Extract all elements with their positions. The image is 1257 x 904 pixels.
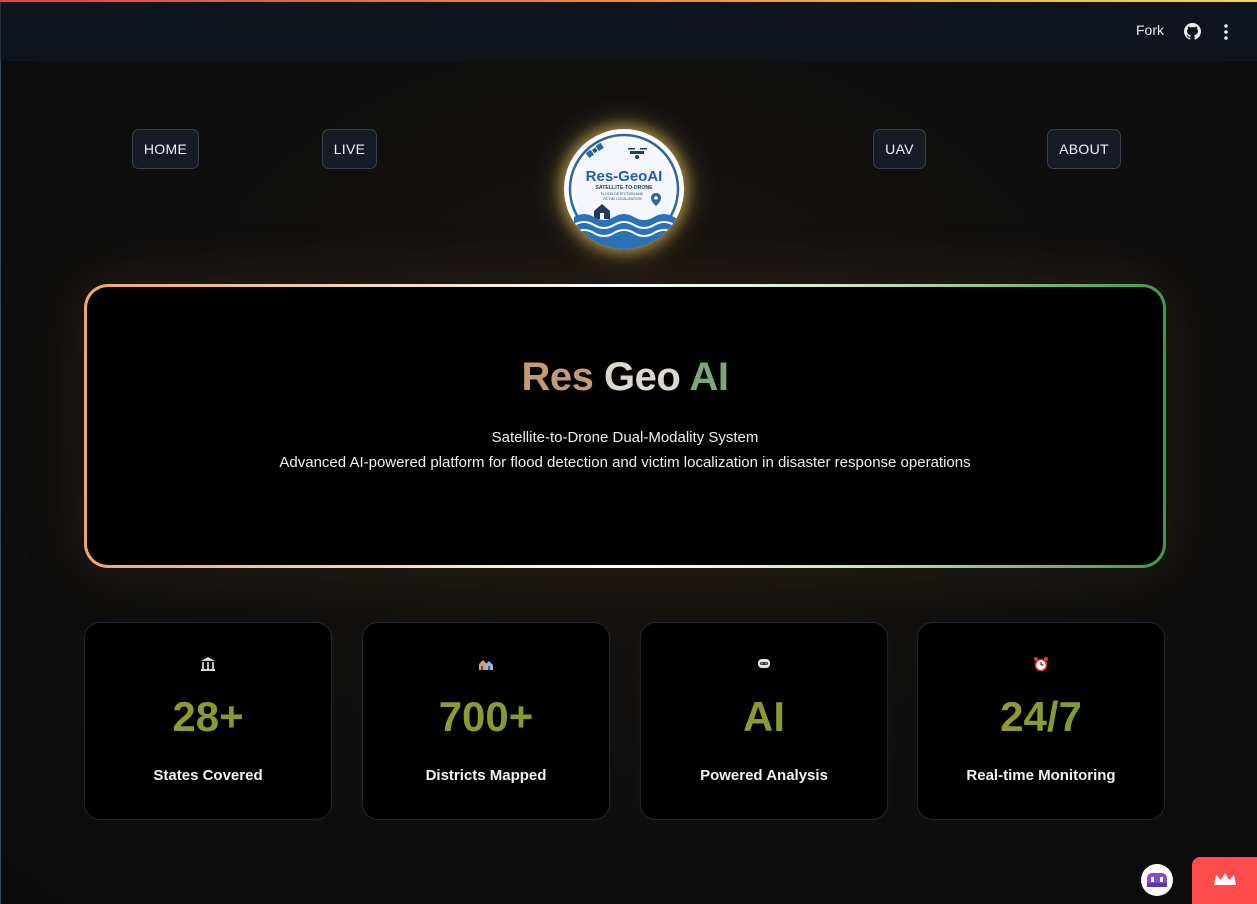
more-options-icon[interactable] xyxy=(1217,22,1235,42)
houses-icon xyxy=(363,656,609,674)
logo-line1: SATELLITE-TO-DRONE xyxy=(595,185,653,191)
fork-link[interactable]: Fork xyxy=(1136,22,1164,38)
hero-title: Res Geo AI xyxy=(87,355,1163,400)
classical-building-icon xyxy=(85,656,331,674)
nav-home-button[interactable]: HOME xyxy=(132,129,199,169)
hero-description: Advanced AI-powered platform for flood d… xyxy=(279,454,971,471)
stat-label: Powered Analysis xyxy=(700,767,828,784)
hero-card: Res Geo AI Satellite-to-Drone Dual-Modal… xyxy=(84,284,1166,568)
stat-card-states: 28+ States Covered xyxy=(84,622,332,820)
stat-label: Districts Mapped xyxy=(425,767,547,784)
streamlit-crown-button[interactable] xyxy=(1192,857,1257,904)
logo-title: Res-GeoAI xyxy=(586,168,663,185)
stat-label: States Covered xyxy=(153,767,263,784)
nav-uav-button[interactable]: UAV xyxy=(873,129,926,169)
stat-card-ai: AI Powered Analysis xyxy=(640,622,888,820)
robot-icon xyxy=(641,656,887,674)
stat-value: 28+ xyxy=(85,693,331,741)
hero-title-ai: AI xyxy=(689,355,729,399)
res-geoai-logo: Res-GeoAI SATELLITE-TO-DRONE FLOOD DETEC… xyxy=(564,129,684,249)
stat-card-monitoring: 24/7 Real-time Monitoring xyxy=(917,622,1165,820)
app-header: Fork xyxy=(0,2,1257,61)
chat-assistant-icon[interactable] xyxy=(1141,864,1173,896)
stat-value: 700+ xyxy=(363,693,609,741)
logo-line3: VICTIM LOCALIZATION xyxy=(603,197,642,201)
hero-card-body: Res Geo AI Satellite-to-Drone Dual-Modal… xyxy=(87,287,1163,565)
left-border xyxy=(0,61,1,904)
logo-line2: FLOOD DETECTION AND xyxy=(601,192,644,196)
stat-value: AI xyxy=(641,693,887,741)
app-page: Fork HOME LIVE UAV ABOUT Res-GeoAI SATEL… xyxy=(0,0,1257,904)
stat-card-districts: 700+ Districts Mapped xyxy=(362,622,610,820)
crown-icon xyxy=(1214,873,1236,885)
stat-value: 24/7 xyxy=(918,693,1164,741)
nav-live-button[interactable]: LIVE xyxy=(322,129,377,169)
nav-about-button[interactable]: ABOUT xyxy=(1047,129,1121,169)
alarm-clock-icon xyxy=(918,656,1164,674)
github-icon[interactable] xyxy=(1184,23,1201,40)
hero-subtitle: Satellite-to-Drone Dual-Modality System xyxy=(491,429,759,446)
hero-subtitle-block: Satellite-to-Drone Dual-Modality System … xyxy=(87,425,1163,475)
hero-title-geo: Geo xyxy=(604,355,681,399)
stat-label: Real-time Monitoring xyxy=(966,767,1116,784)
hero-title-res: Res xyxy=(521,355,594,399)
